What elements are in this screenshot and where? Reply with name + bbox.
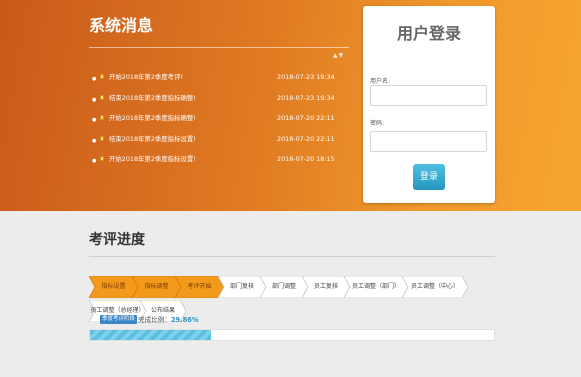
message-title[interactable]: 开始2018年第2季度考评! xyxy=(109,72,183,82)
step-6[interactable]: 员工复核 xyxy=(302,276,350,298)
document-icon xyxy=(100,135,104,141)
login-panel: 用户登录 用户名: 密码: 登录 xyxy=(363,6,495,203)
step-label: 员工调整（中心） xyxy=(410,283,459,290)
bullet-icon: ● xyxy=(92,117,97,124)
progress-bar xyxy=(89,329,495,341)
message-item[interactable]: ● 结束2018年第2季度指标确整! 2018-07-23 19:34 xyxy=(92,93,352,114)
progress-title: 考评进度 xyxy=(89,232,145,248)
message-time: 2018-07-20 22:11 xyxy=(277,114,335,123)
system-messages-title: 系统消息 xyxy=(89,16,154,35)
step-label: 公布结果 xyxy=(150,307,175,314)
bullet-icon: ● xyxy=(92,96,97,103)
progress-bar-fill xyxy=(90,330,211,340)
step-label: 部门调整 xyxy=(271,283,296,290)
username-input[interactable] xyxy=(370,85,487,106)
login-title: 用户登录 xyxy=(396,24,461,43)
step-label: 员工复核 xyxy=(313,283,338,290)
step-label: 指标调整 xyxy=(144,283,169,290)
document-icon xyxy=(100,94,104,100)
bullet-icon: ● xyxy=(92,137,97,144)
hero-banner: 系统消息 ▲▼ ● 开始2018年第2季度考评! 2018-07-23 19:3… xyxy=(0,0,581,211)
password-label: 密码: xyxy=(370,120,385,127)
step-2[interactable]: 指标调整 xyxy=(132,276,181,298)
message-time: 2018-07-23 19:34 xyxy=(277,93,335,102)
message-title[interactable]: 开始2018年第2季度指标确整! xyxy=(109,113,196,123)
divider xyxy=(89,256,495,257)
username-label: 用户名: xyxy=(370,78,391,85)
message-title[interactable]: 开始2018年第2季度指标设置! xyxy=(109,154,196,164)
step-7[interactable]: 员工调整（部门） xyxy=(344,276,408,298)
step-8[interactable]: 员工调整（中心） xyxy=(402,276,468,298)
step-label: 指标设置 xyxy=(101,283,126,290)
step-5[interactable]: 部门调整 xyxy=(260,276,308,298)
step-label: 员工调整（部门） xyxy=(351,283,400,290)
password-input[interactable] xyxy=(370,131,487,152)
step-4[interactable]: 部门复核 xyxy=(218,276,266,298)
login-button[interactable]: 登录 xyxy=(413,164,445,190)
message-item[interactable]: ● 结束2018年第2季度指标设置! 2018-07-20 22:11 xyxy=(92,134,352,155)
document-icon xyxy=(100,156,104,162)
message-title[interactable]: 结束2018年第2季度指标设置! xyxy=(109,134,196,144)
divider xyxy=(89,47,349,48)
bullet-icon: ● xyxy=(92,76,97,82)
ratio-value: 29.86% xyxy=(170,316,199,324)
steps-row: 指标设置 指标调整 考评开始 部门复核 部门调整 员工复核 员工调整（部门） 员工调整（中心） xyxy=(89,276,495,298)
message-time: 2018-07-20 18:15 xyxy=(277,155,335,164)
message-item[interactable]: ● 开始2018年第2季度指标确整! 2018-07-20 22:11 xyxy=(92,113,352,134)
step-3[interactable]: 考评开始 xyxy=(175,276,224,298)
message-item[interactable]: ● 开始2018年第2季度考评! 2018-07-23 19:34 xyxy=(92,72,352,93)
step-label: 员工调整（总经理） xyxy=(90,307,145,314)
document-icon xyxy=(100,115,104,121)
message-list: ● 开始2018年第2季度考评! 2018-07-23 19:34 ● 结束20… xyxy=(92,72,352,175)
step-label: 部门复核 xyxy=(229,283,254,290)
scroll-arrows-icon[interactable]: ▲▼ xyxy=(333,52,344,59)
phase-badge: 季度考评阶段 xyxy=(100,315,138,324)
document-icon xyxy=(100,74,104,79)
bullet-icon: ● xyxy=(92,158,97,165)
completion-ratio: 完成比例：29.86% xyxy=(138,314,198,324)
message-time: 2018-07-20 22:11 xyxy=(277,134,335,143)
message-title[interactable]: 结束2018年第2季度指标确整! xyxy=(109,93,196,103)
message-item[interactable]: ● 开始2018年第2季度指标设置! 2018-07-20 18:15 xyxy=(92,154,352,175)
step-1[interactable]: 指标设置 xyxy=(89,276,138,298)
step-label: 考评开始 xyxy=(187,283,212,290)
message-time: 2018-07-23 19:34 xyxy=(277,73,335,81)
ratio-label: 完成比例： xyxy=(138,316,171,324)
